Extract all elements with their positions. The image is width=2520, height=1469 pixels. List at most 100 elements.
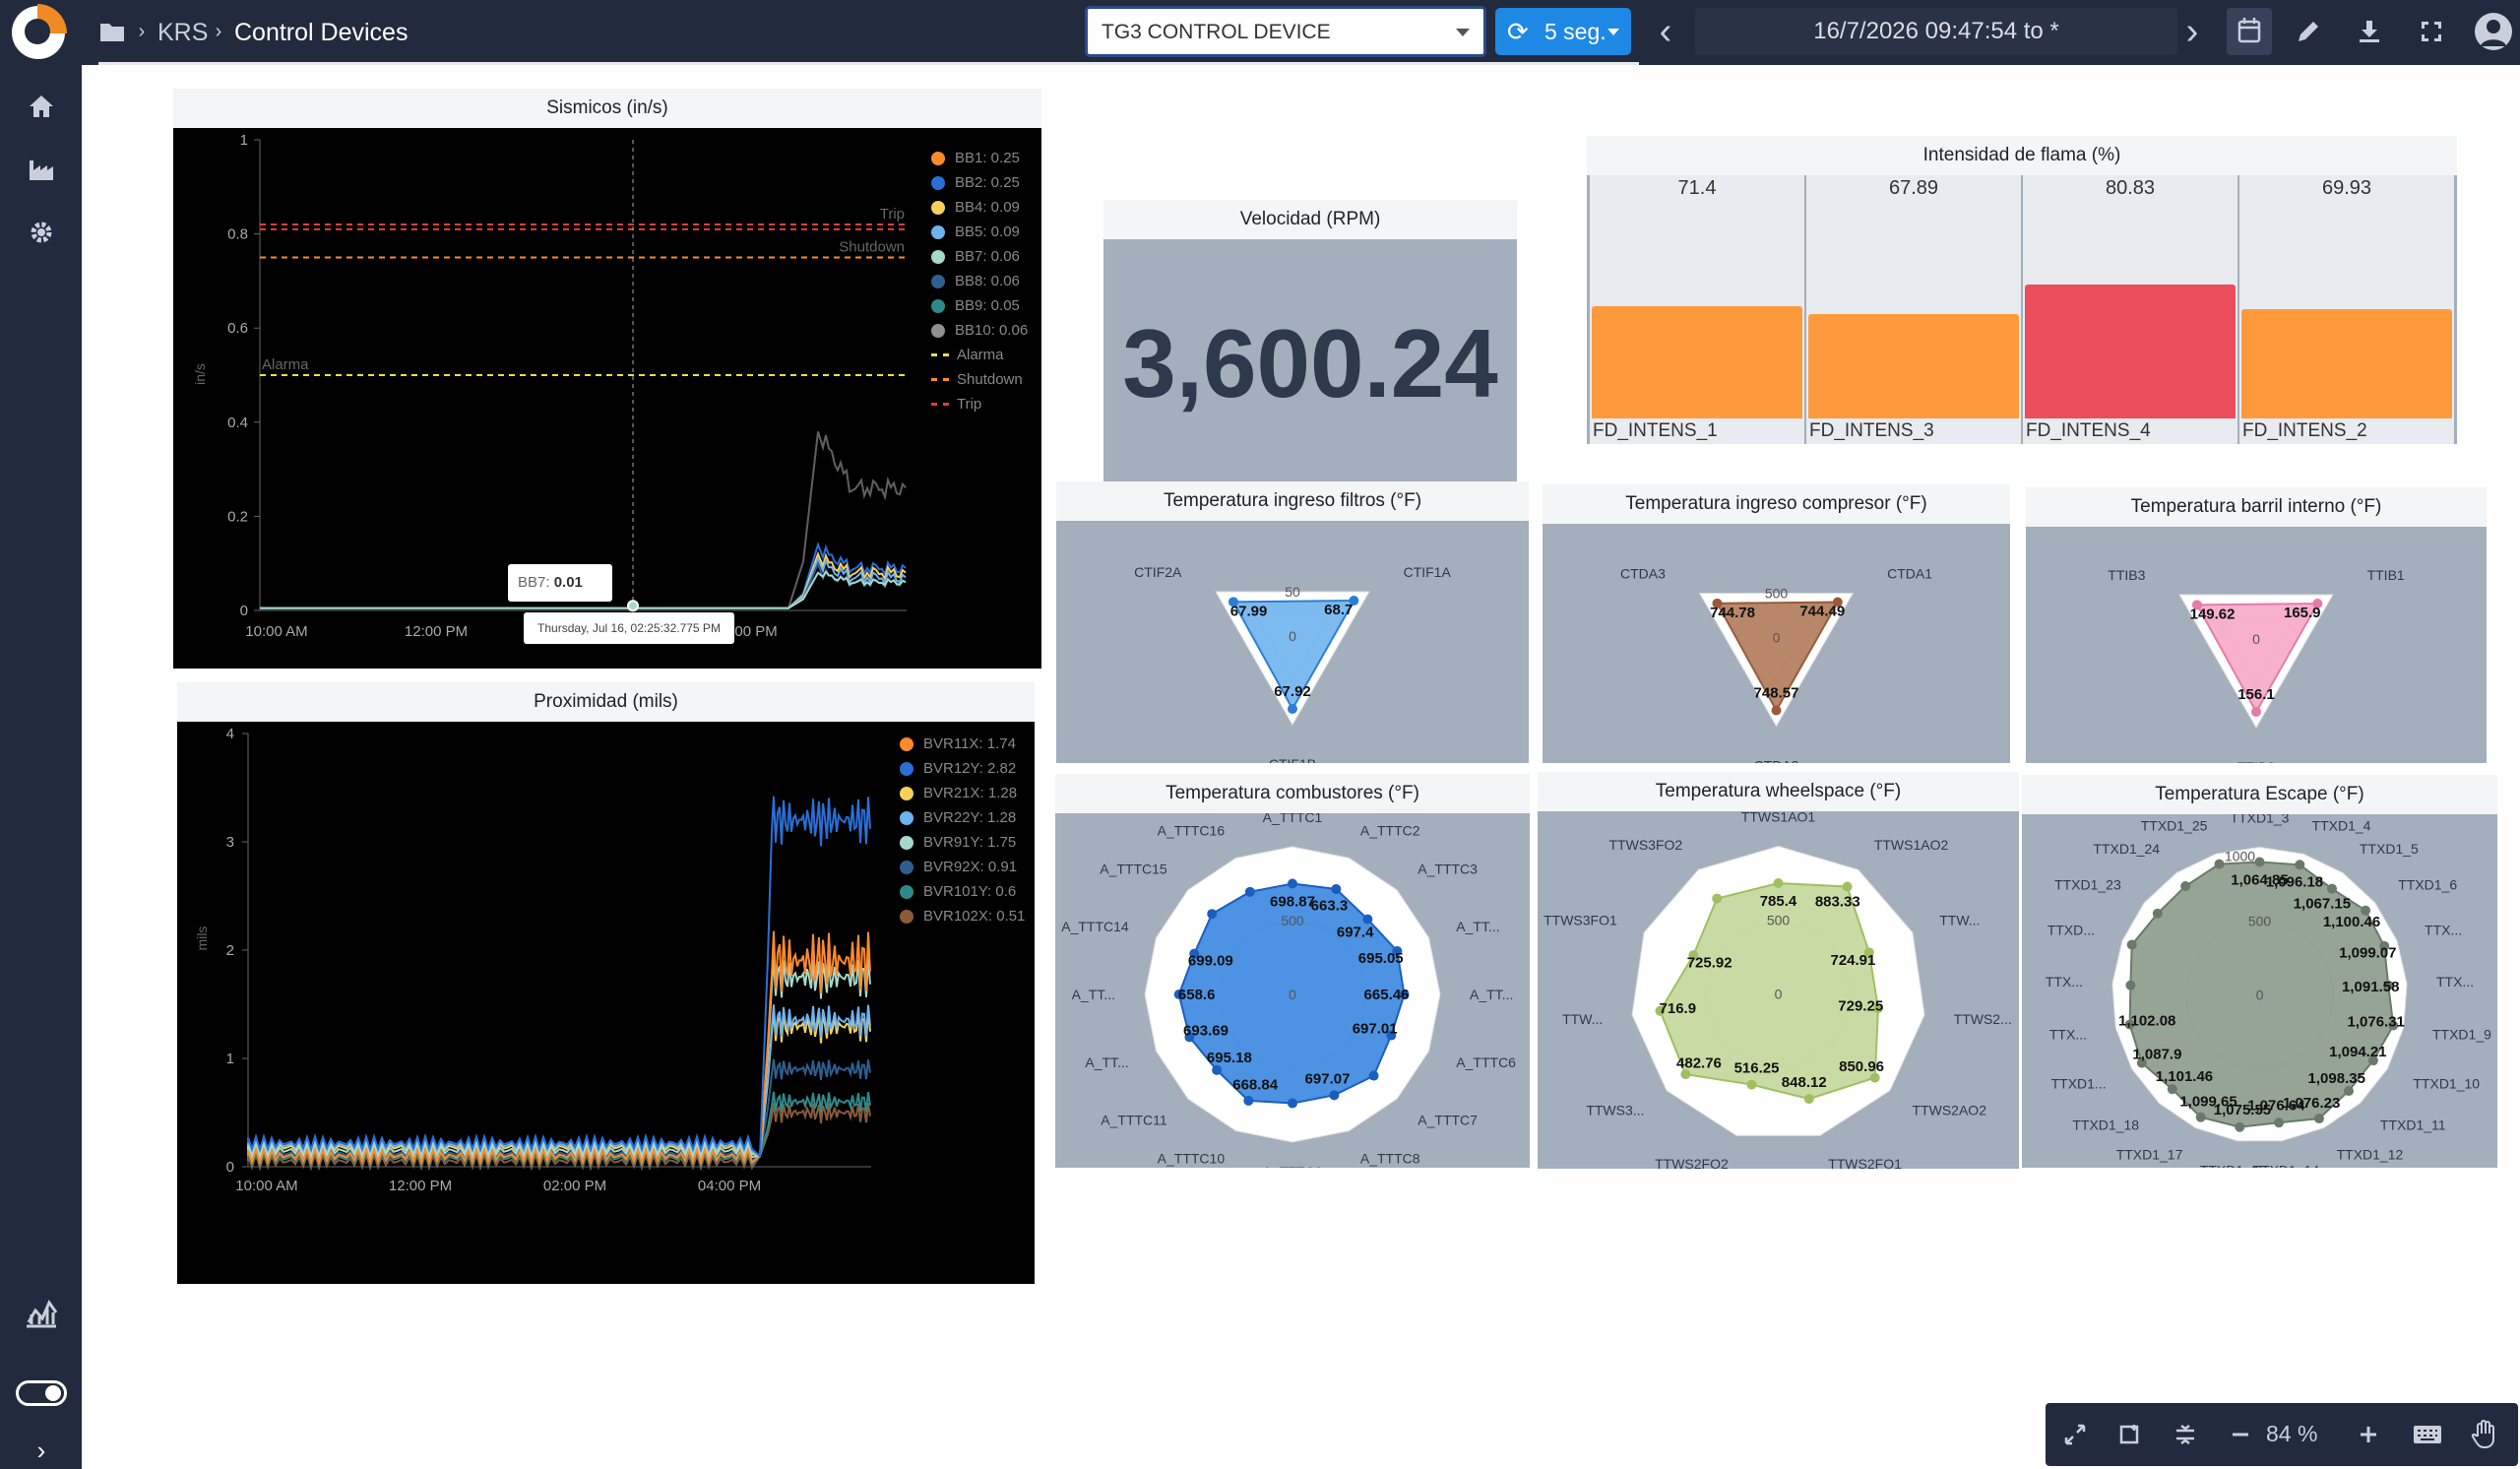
radar-axis-label: TTXD1_18: [2072, 1117, 2139, 1132]
legend-item[interactable]: BVR12Y: 2.82: [900, 756, 1025, 781]
radar-data-point: [1207, 909, 1218, 920]
legend-item[interactable]: Trip: [931, 392, 1028, 416]
legend-item[interactable]: BVR11X: 1.74: [900, 732, 1025, 756]
radar-axis-label: TTIB1: [2367, 567, 2405, 583]
legend-dot-marker: [900, 884, 914, 899]
breadcrumb-root[interactable]: KRS: [158, 0, 208, 65]
gear-icon[interactable]: [24, 215, 59, 250]
legend-item[interactable]: BB1: 0.25: [931, 146, 1028, 170]
flama-bar-column[interactable]: 80.83 FD_INTENS_4: [2023, 175, 2237, 444]
legend-item[interactable]: BB4: 0.09: [931, 195, 1028, 220]
refresh-button[interactable]: ⟳ 5 seg.: [1495, 8, 1631, 55]
x-tick-label: 10:00 AM: [235, 1178, 297, 1194]
chart-icon[interactable]: [22, 1294, 61, 1333]
radar-chart[interactable]: 1,064.851,096.181,067.151,100.461,099.07…: [2022, 814, 2497, 1168]
radar-value-label: 482.76: [1676, 1054, 1722, 1071]
chevron-left-icon[interactable]: ‹: [1646, 11, 1685, 52]
keyboard-icon[interactable]: [2410, 1419, 2445, 1450]
fit-height-icon[interactable]: [2170, 1419, 2201, 1450]
legend-item[interactable]: BVR22Y: 1.28: [900, 805, 1025, 830]
radar-value-label: 1,067.15: [2294, 896, 2351, 913]
radar-axis-label: TTX...: [2436, 974, 2474, 990]
radar-title: Temperatura combustores (°F): [1055, 774, 1530, 813]
legend-item[interactable]: Alarma: [931, 343, 1028, 367]
radar-chart[interactable]: 698.87663.3 697.4 695.05 665.46 697.01 697.07…: [1055, 813, 1530, 1168]
radar-value-label: 67.99: [1230, 603, 1268, 619]
pencil-icon[interactable]: [2289, 14, 2328, 49]
radar-axis-label: TTWS2FO2: [1655, 1156, 1729, 1169]
calendar-icon: [2237, 18, 2261, 43]
radar-axis-label: TTXD1_24: [2093, 841, 2160, 857]
flama-bar-column[interactable]: 69.93 FD_INTENS_2: [2239, 175, 2454, 444]
zoom-out-icon[interactable]: [2225, 1419, 2256, 1450]
app-logo[interactable]: [12, 4, 67, 59]
radar-axis-label: A_TTTC6: [1456, 1054, 1516, 1070]
series-bvr11x-line: [247, 930, 871, 1167]
radar-title: Temperatura Escape (°F): [2022, 775, 2497, 814]
radar-value-label: 1,099.65: [2179, 1093, 2236, 1110]
fit-width-icon[interactable]: [2114, 1419, 2146, 1450]
zoom-in-icon[interactable]: [2353, 1419, 2384, 1450]
legend-item[interactable]: BVR91Y: 1.75: [900, 830, 1025, 855]
chevron-right-icon[interactable]: ›: [2173, 11, 2212, 52]
toggle-icon: [45, 1385, 61, 1401]
radar-chart[interactable]: 785.4 883.33 724.91 729.25 850.96 848.12516.2…: [1538, 811, 2019, 1169]
factory-icon[interactable]: [24, 152, 59, 187]
device-select[interactable]: TG3 CONTROL DEVICE: [1085, 6, 1486, 57]
legend-item[interactable]: Shutdown: [931, 367, 1028, 392]
x-tick-label: 04:00 PM: [698, 1178, 761, 1194]
radar-data-point: [2214, 859, 2225, 869]
radar-axis-label: TTWS2AO2: [1913, 1102, 1987, 1118]
radar-value-label: 663.3: [1311, 898, 1349, 915]
legend-item[interactable]: BVR92X: 0.91: [900, 855, 1025, 879]
hand-icon[interactable]: [2467, 1417, 2502, 1452]
radar-value-label: 668.84: [1232, 1076, 1279, 1093]
radar-mid-tick: 500: [2248, 914, 2272, 929]
flama-bar-column[interactable]: 67.89 FD_INTENS_3: [1806, 175, 2021, 444]
legend-item[interactable]: BB5: 0.09: [931, 220, 1028, 244]
legend-label: BVR102X: 0.51: [923, 908, 1026, 925]
radar-chart[interactable]: 68.7 67.92 67.99 CTIF1A CTIF1B CTIF2A 0 50: [1056, 521, 1529, 763]
legend-item[interactable]: BVR101Y: 0.6: [900, 879, 1025, 904]
legend-item[interactable]: BVR21X: 1.28: [900, 781, 1025, 805]
legend-label: BB10: 0.06: [955, 322, 1029, 339]
radar-value-label: 850.96: [1839, 1058, 1884, 1075]
theme-toggle[interactable]: [16, 1380, 67, 1406]
radar-data-point: [1771, 705, 1782, 716]
folder-icon[interactable]: [98, 18, 126, 45]
legend-item[interactable]: BB2: 0.25: [931, 170, 1028, 195]
legend-dot-marker: [900, 736, 914, 751]
legend-item[interactable]: BB8: 0.06: [931, 269, 1028, 293]
flama-bar-column[interactable]: 71.4 FD_INTENS_1: [1590, 175, 1804, 444]
radar-axis-label: TTXD1_23: [2054, 876, 2121, 892]
refresh-interval: 5 seg.: [1544, 19, 1606, 44]
calendar-button[interactable]: [2227, 8, 2272, 55]
fit-icon[interactable]: [2059, 1419, 2091, 1450]
time-range-display[interactable]: 16/7/2026 09:47:54 to *: [1695, 8, 2177, 55]
x-tick-label: 10:00 AM: [245, 623, 307, 640]
home-icon[interactable]: [24, 89, 59, 124]
legend-line-marker: [931, 378, 949, 381]
download-icon[interactable]: [2350, 14, 2389, 49]
flama-bar-value: 71.4: [1677, 177, 1717, 199]
legend-item[interactable]: BB10: 0.06: [931, 318, 1028, 343]
radar-axis-label: TTWS1AO2: [1874, 837, 1949, 853]
expand-sidebar-icon[interactable]: ›: [24, 1436, 59, 1465]
legend-item[interactable]: BVR102X: 0.51: [900, 904, 1025, 928]
flama-title: Intensidad de flama (%): [1587, 136, 2457, 175]
radar-axis-label: A_TTTC7: [1418, 1112, 1478, 1127]
legend-item[interactable]: BB7: 0.06: [931, 244, 1028, 269]
radar-value-label: 883.33: [1815, 894, 1860, 911]
fullscreen-icon[interactable]: [2412, 14, 2451, 49]
y-axis-label: in/s: [192, 363, 208, 385]
radar-value-label: 724.91: [1830, 952, 1875, 969]
user-icon[interactable]: [2475, 13, 2512, 50]
radar-axis-label: A_TTTC11: [1101, 1112, 1167, 1127]
y-tick-label: 1: [226, 1051, 234, 1067]
radar-chart[interactable]: 165.9 156.1 149.62 TTIB1 TTIB2 TTIB3 0: [2026, 527, 2487, 763]
radar-chart[interactable]: 744.49 748.57 744.78 CTDA1 CTDA2 CTDA3 0 500: [1543, 524, 2010, 764]
radar-axis-label: A_TTTC8: [1360, 1150, 1420, 1166]
legend-item[interactable]: BB9: 0.05: [931, 293, 1028, 318]
radar-value-label: 725.92: [1687, 955, 1732, 972]
radar-center-tick: 0: [1773, 630, 1781, 646]
